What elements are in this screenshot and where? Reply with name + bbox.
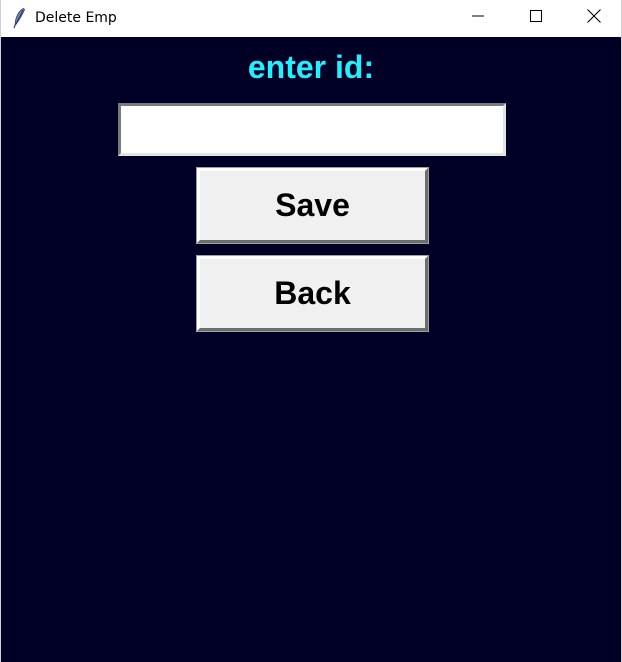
form-area: enter id: Save Back <box>1 37 621 662</box>
minimize-icon <box>472 9 484 27</box>
close-icon <box>587 8 601 28</box>
id-input[interactable] <box>118 103 506 156</box>
save-button[interactable]: Save <box>197 168 428 243</box>
delete-emp-window: Delete Emp enter id: Save Back <box>0 0 622 662</box>
title-bar[interactable]: Delete Emp <box>1 0 621 36</box>
close-button[interactable] <box>565 0 622 36</box>
maximize-icon <box>530 9 542 27</box>
feather-icon <box>11 7 27 29</box>
back-button[interactable]: Back <box>197 256 428 331</box>
maximize-button[interactable] <box>507 0 565 36</box>
window-title: Delete Emp <box>35 10 117 26</box>
minimize-button[interactable] <box>449 0 507 36</box>
enter-id-label: enter id: <box>247 49 375 85</box>
